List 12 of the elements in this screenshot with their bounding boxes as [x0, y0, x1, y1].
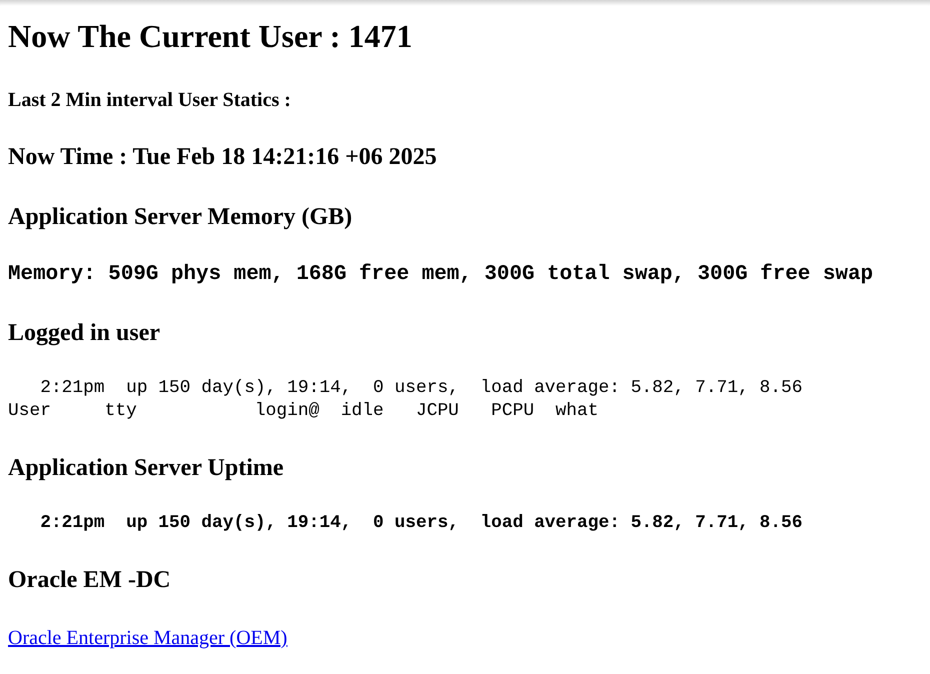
section-heading: Oracle EM -DC: [8, 566, 171, 595]
section-heading: Application Server Memory (GB): [8, 203, 352, 232]
section-heading: Now Time : Tue Feb 18 14:21:16 +06 2025: [8, 143, 437, 172]
memory-text: Memory: 509G phys mem, 168G free mem, 300G total swap, 300G free swap: [8, 262, 874, 288]
console-output-line: User tty login@ idle JCPU PCPU what: [8, 400, 598, 423]
section-heading: Logged in user: [8, 319, 160, 348]
console-output-line: 2:21pm up 150 day(s), 19:14, 0 users, load average: 5.82, 7.71, 8.56: [39, 377, 802, 400]
oem-link[interactable]: Oracle Enterprise Manager (OEM): [8, 626, 288, 650]
subtitle: Last 2 Min interval User Statics :: [8, 88, 291, 112]
section-heading: Application Server Uptime: [8, 454, 284, 483]
console-output-line: 2:21pm up 150 day(s), 19:14, 0 users, load average: 5.82, 7.71, 8.56: [39, 512, 802, 535]
page-title: Now The Current User : 1471: [8, 17, 412, 56]
